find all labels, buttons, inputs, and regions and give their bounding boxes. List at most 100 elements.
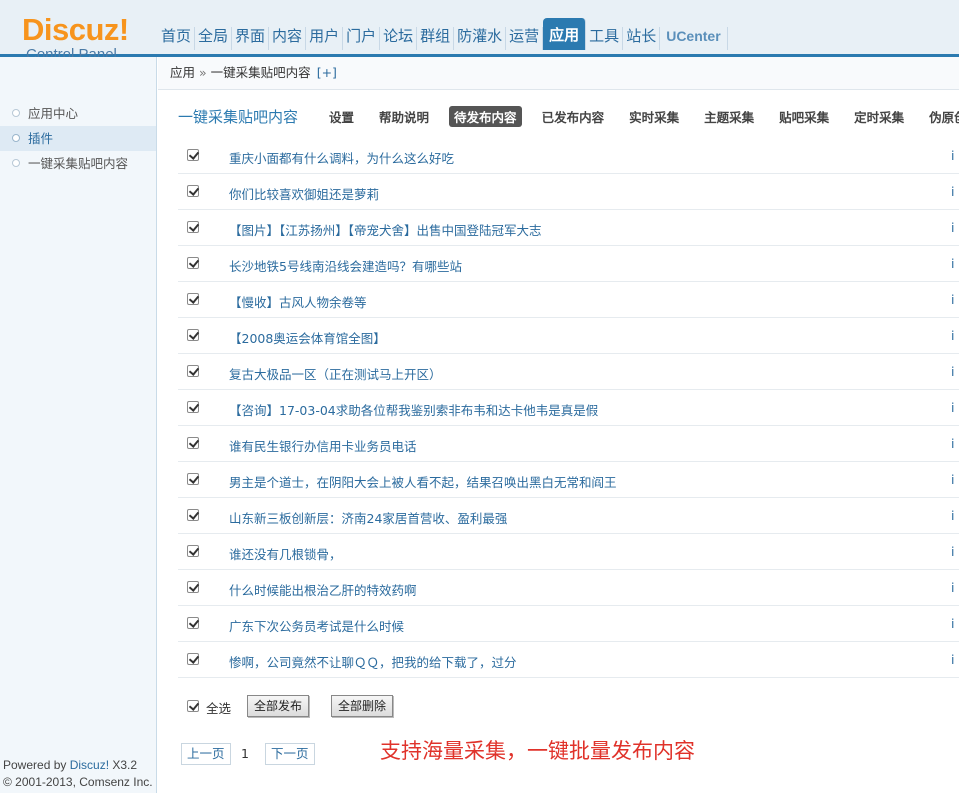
list-item: 长沙地铁5号线南沿线会建造吗？有哪些站 i: [178, 246, 959, 282]
plugin-title: 一键采集贴吧内容: [178, 107, 299, 126]
row-title-link[interactable]: 男主是个道士，在阴阳大会上被人看不起，结果召唤出黑白无常和阎王: [229, 472, 617, 491]
nav-item-4[interactable]: 用户: [306, 27, 344, 50]
row-checkbox[interactable]: [187, 185, 199, 197]
row-truncated-link[interactable]: i: [951, 544, 959, 559]
row-truncated-link[interactable]: i: [951, 616, 959, 631]
row-truncated-link[interactable]: i: [951, 580, 959, 595]
row-checkbox[interactable]: [187, 617, 199, 629]
nav-item-1[interactable]: 全局: [195, 27, 233, 50]
row-truncated-link[interactable]: i: [951, 148, 959, 163]
select-all-label[interactable]: 全选: [206, 698, 231, 717]
nav-item-0[interactable]: 首页: [158, 27, 196, 50]
row-checkbox[interactable]: [187, 473, 199, 485]
row-title-link[interactable]: 谁还没有几根锁骨，: [229, 544, 342, 563]
pending-content-list: 重庆小面都有什么调料，为什么这么好吃 i 你们比较喜欢御姐还是萝莉 i 【图片】【江苏扬…: [178, 138, 959, 678]
row-truncated-link[interactable]: i: [951, 292, 959, 307]
row-checkbox[interactable]: [187, 293, 199, 305]
tab-1[interactable]: 帮助说明: [374, 106, 434, 127]
nav-item-3[interactable]: 内容: [269, 27, 307, 50]
circle-bullet-icon: [12, 134, 20, 142]
row-truncated-link[interactable]: i: [951, 472, 959, 487]
row-checkbox[interactable]: [187, 437, 199, 449]
row-truncated-link[interactable]: i: [951, 184, 959, 199]
list-item: 【图片】【江苏扬州】【帝宠犬舍】出售中国登陆冠军大志 i: [178, 210, 959, 246]
row-title-link[interactable]: 【2008奥运会体育馆全图】: [229, 328, 386, 347]
tab-7[interactable]: 定时采集: [849, 106, 909, 127]
row-truncated-link[interactable]: i: [951, 256, 959, 271]
row-checkbox[interactable]: [187, 653, 199, 665]
circle-bullet-icon: [12, 159, 20, 167]
row-title-link[interactable]: 谁有民生银行办信用卡业务员电话: [229, 436, 417, 455]
row-title-link[interactable]: 重庆小面都有什么调料，为什么这么好吃: [229, 148, 454, 167]
row-truncated-link[interactable]: i: [951, 328, 959, 343]
row-title-link[interactable]: 山东新三板创新层：济南24家居首营收、盈利最强: [229, 508, 507, 527]
row-truncated-link[interactable]: i: [951, 652, 959, 667]
sidebar-item-2[interactable]: 一键采集贴吧内容: [0, 151, 156, 176]
discuz-link[interactable]: Discuz!: [70, 758, 109, 772]
tab-0[interactable]: 设置: [324, 106, 359, 127]
row-checkbox[interactable]: [187, 509, 199, 521]
nav-item-12[interactable]: 站长: [623, 27, 661, 50]
row-truncated-link[interactable]: i: [951, 220, 959, 235]
promo-text: 支持海量采集，一键批量发布内容: [380, 739, 695, 763]
row-title-link[interactable]: 你们比较喜欢御姐还是萝莉: [229, 184, 379, 203]
row-truncated-link[interactable]: i: [951, 400, 959, 415]
row-checkbox[interactable]: [187, 329, 199, 341]
row-checkbox[interactable]: [187, 149, 199, 161]
list-item: 你们比较喜欢御姐还是萝莉 i: [178, 174, 959, 210]
list-item: 【慢收】古风人物余卷等 i: [178, 282, 959, 318]
current-page: 1: [241, 746, 249, 761]
select-all-checkbox[interactable]: [187, 700, 199, 712]
tab-3[interactable]: 已发布内容: [537, 106, 610, 127]
row-title-link[interactable]: 【慢收】古风人物余卷等: [229, 292, 367, 311]
nav-item-6[interactable]: 论坛: [380, 27, 418, 50]
add-shortcut-button[interactable]: [+]: [317, 65, 337, 80]
row-checkbox[interactable]: [187, 257, 199, 269]
row-title-link[interactable]: 广东下次公务员考试是什么时候: [229, 616, 404, 635]
powered-version: X3.2: [109, 758, 138, 772]
breadcrumb-root[interactable]: 应用: [170, 65, 195, 80]
row-title-link[interactable]: 长沙地铁5号线南沿线会建造吗？有哪些站: [229, 256, 462, 275]
breadcrumb-separator: »: [199, 65, 207, 80]
row-checkbox[interactable]: [187, 401, 199, 413]
row-checkbox[interactable]: [187, 581, 199, 593]
row-checkbox[interactable]: [187, 545, 199, 557]
row-title-link[interactable]: 复古大极品一区（正在测试马上开区）: [229, 364, 442, 383]
row-title-link[interactable]: 【咨询】17-03-04求助各位帮我鉴别索非布韦和达卡他韦是真是假: [229, 400, 598, 419]
sidebar-item-1[interactable]: 插件: [0, 126, 156, 151]
nav-item-13[interactable]: UCenter: [660, 27, 728, 50]
row-truncated-link[interactable]: i: [951, 436, 959, 451]
nav-item-2[interactable]: 界面: [232, 27, 270, 50]
sidebar-item-0[interactable]: 应用中心: [0, 101, 156, 126]
tab-6[interactable]: 贴吧采集: [774, 106, 834, 127]
nav-item-8[interactable]: 防灌水: [454, 27, 507, 50]
tab-8[interactable]: 伪原创: [924, 106, 959, 127]
list-item: 重庆小面都有什么调料，为什么这么好吃 i: [178, 138, 959, 174]
next-page-button[interactable]: 下一页: [265, 743, 315, 765]
row-checkbox[interactable]: [187, 365, 199, 377]
row-title-link[interactable]: 什么时候能出根治乙肝的特效药啊: [229, 580, 417, 599]
tab-2[interactable]: 待发布内容: [449, 105, 522, 127]
row-truncated-link[interactable]: i: [951, 508, 959, 523]
list-item: 【2008奥运会体育馆全图】 i: [178, 318, 959, 354]
prev-page-button[interactable]: 上一页: [181, 743, 231, 765]
row-title-link[interactable]: 惨啊，公司竟然不让聊ＱＱ，把我的给下载了，过分: [229, 652, 517, 671]
nav-item-11[interactable]: 工具: [586, 27, 624, 50]
nav-item-9[interactable]: 运营: [506, 27, 544, 50]
row-checkbox[interactable]: [187, 221, 199, 233]
row-title-link[interactable]: 【图片】【江苏扬州】【帝宠犬舍】出售中国登陆冠军大志: [229, 220, 542, 239]
row-truncated-link[interactable]: i: [951, 364, 959, 379]
top-nav: 首页 全局 界面 内容 用户 门户 论坛 群组 防灌水 运营 应用 工具 站长 UCenter: [158, 18, 728, 50]
breadcrumb: 应用 » 一键采集贴吧内容 [+]: [158, 57, 959, 90]
nav-item-10[interactable]: 应用: [543, 18, 587, 50]
nav-item-5[interactable]: 门户: [343, 27, 381, 50]
tab-5[interactable]: 主题采集: [699, 106, 759, 127]
publish-all-button[interactable]: 全部发布: [247, 695, 310, 717]
tab-4[interactable]: 实时采集: [624, 106, 684, 127]
bulk-actions: 全选 全部发布 全部删除: [178, 692, 959, 722]
powered-prefix: Powered by: [3, 758, 70, 772]
sidebar-item-label: 一键采集贴吧内容: [28, 156, 129, 171]
delete-all-button[interactable]: 全部删除: [331, 695, 394, 717]
list-item: 惨啊，公司竟然不让聊ＱＱ，把我的给下载了，过分 i: [178, 642, 959, 678]
nav-item-7[interactable]: 群组: [417, 27, 455, 50]
